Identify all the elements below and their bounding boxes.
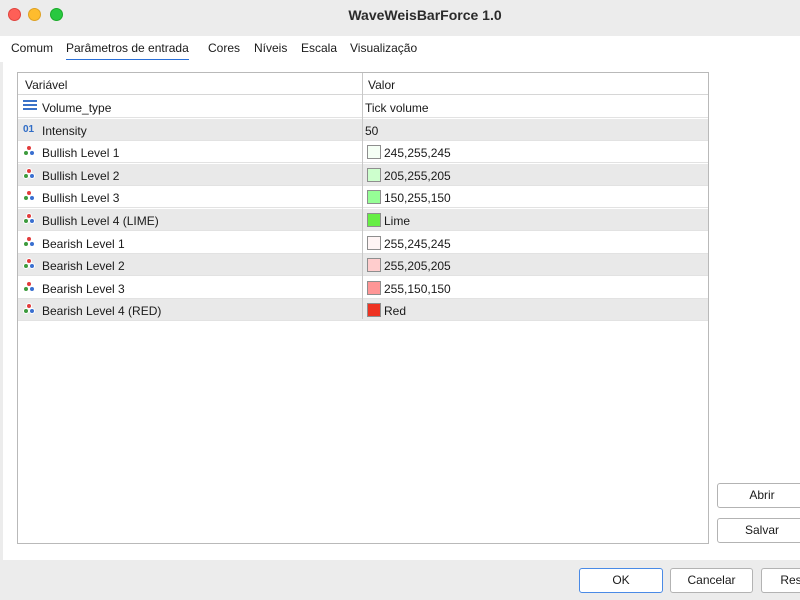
save-button[interactable]: Salvar [717, 518, 800, 543]
parameter-name: Bearish Level 4 (RED) [42, 304, 162, 319]
parameter-value[interactable]: Lime [384, 214, 410, 228]
parameter-value[interactable]: 255,150,150 [384, 282, 451, 296]
parameter-value[interactable]: 150,255,150 [384, 191, 451, 205]
table-row[interactable]: Bullish Level 4 (LIME) Lime [18, 209, 708, 231]
table-row[interactable]: Bearish Level 3 255,150,150 [18, 277, 708, 299]
parameter-value[interactable]: 245,255,245 [384, 146, 451, 160]
table-row[interactable]: Volume_type Tick volume [18, 96, 708, 118]
table-row[interactable]: Bearish Level 2 255,205,205 [18, 254, 708, 277]
parameter-name: Bearish Level 1 [42, 236, 125, 251]
color-swatch[interactable] [367, 258, 381, 273]
parameter-name: Bullish Level 2 [42, 168, 120, 183]
color-palette-icon [23, 280, 37, 294]
table-row[interactable]: Bullish Level 2 205,255,205 [18, 163, 708, 186]
color-palette-icon [23, 190, 37, 203]
color-swatch[interactable] [367, 190, 381, 205]
tab-niveis[interactable]: Níveis [254, 41, 287, 61]
parameter-name: Bullish Level 1 [42, 146, 120, 161]
color-swatch[interactable] [367, 213, 381, 227]
color-palette-icon [23, 258, 37, 271]
reset-button[interactable]: Res [761, 568, 800, 593]
color-palette-icon [23, 213, 37, 226]
color-swatch[interactable] [367, 303, 381, 318]
table-row[interactable]: Bearish Level 1 255,245,245 [18, 232, 708, 254]
table-row[interactable]: Bullish Level 3 150,255,150 [18, 186, 708, 209]
table-row[interactable]: 01 Intensity 50 [18, 118, 708, 141]
color-palette-icon [23, 145, 37, 158]
table-row[interactable]: Bullish Level 1 245,255,245 [18, 141, 708, 164]
tab-input-parameters[interactable]: Parâmetros de entrada [66, 41, 189, 61]
color-swatch[interactable] [367, 167, 381, 182]
cancel-button[interactable]: Cancelar [670, 568, 753, 593]
tab-cores[interactable]: Cores [208, 41, 240, 61]
color-swatch[interactable] [367, 235, 381, 250]
integer-01-icon: 01 [23, 123, 35, 135]
color-palette-icon [23, 235, 37, 249]
column-header-variable[interactable]: Variável [25, 78, 67, 92]
color-swatch[interactable] [367, 280, 381, 295]
color-swatch[interactable] [367, 145, 381, 160]
tab-escala[interactable]: Escala [301, 41, 337, 61]
parameter-name: Volume_type [42, 101, 112, 115]
color-palette-icon [23, 303, 37, 316]
color-palette-icon [23, 167, 37, 181]
window-title: WaveWeisBarForce 1.0 [348, 7, 502, 23]
parameter-value[interactable]: 50 [365, 124, 378, 138]
parameter-value[interactable]: 205,255,205 [384, 169, 451, 183]
window-titlebar: WaveWeisBarForce 1.0 [0, 0, 800, 30]
open-button[interactable]: Abrir [717, 483, 800, 508]
tab-comum[interactable]: Comum [11, 41, 53, 61]
parameter-value[interactable]: 255,245,245 [384, 237, 451, 251]
parameter-value[interactable]: 255,205,205 [384, 259, 451, 273]
enum-lines-icon [23, 100, 37, 113]
parameter-name: Bearish Level 2 [42, 259, 125, 274]
parameter-value[interactable]: Tick volume [365, 101, 429, 115]
parameter-value[interactable]: Red [384, 304, 406, 318]
grid-header: Variável Valor [18, 73, 708, 95]
column-divider[interactable] [362, 73, 363, 319]
table-row[interactable]: Bearish Level 4 (RED) Red [18, 299, 708, 322]
parameter-name: Bullish Level 3 [42, 191, 120, 206]
parameter-name: Bullish Level 4 (LIME) [42, 214, 159, 228]
parameter-name: Bearish Level 3 [42, 281, 125, 296]
parameters-grid: Variável Valor Volume_type Tick volume 01 I… [17, 72, 709, 544]
ok-button[interactable]: OK [579, 568, 663, 593]
column-header-value[interactable]: Valor [368, 78, 395, 92]
tab-visualizacao[interactable]: Visualização [350, 41, 417, 61]
parameter-name: Intensity [42, 123, 87, 138]
